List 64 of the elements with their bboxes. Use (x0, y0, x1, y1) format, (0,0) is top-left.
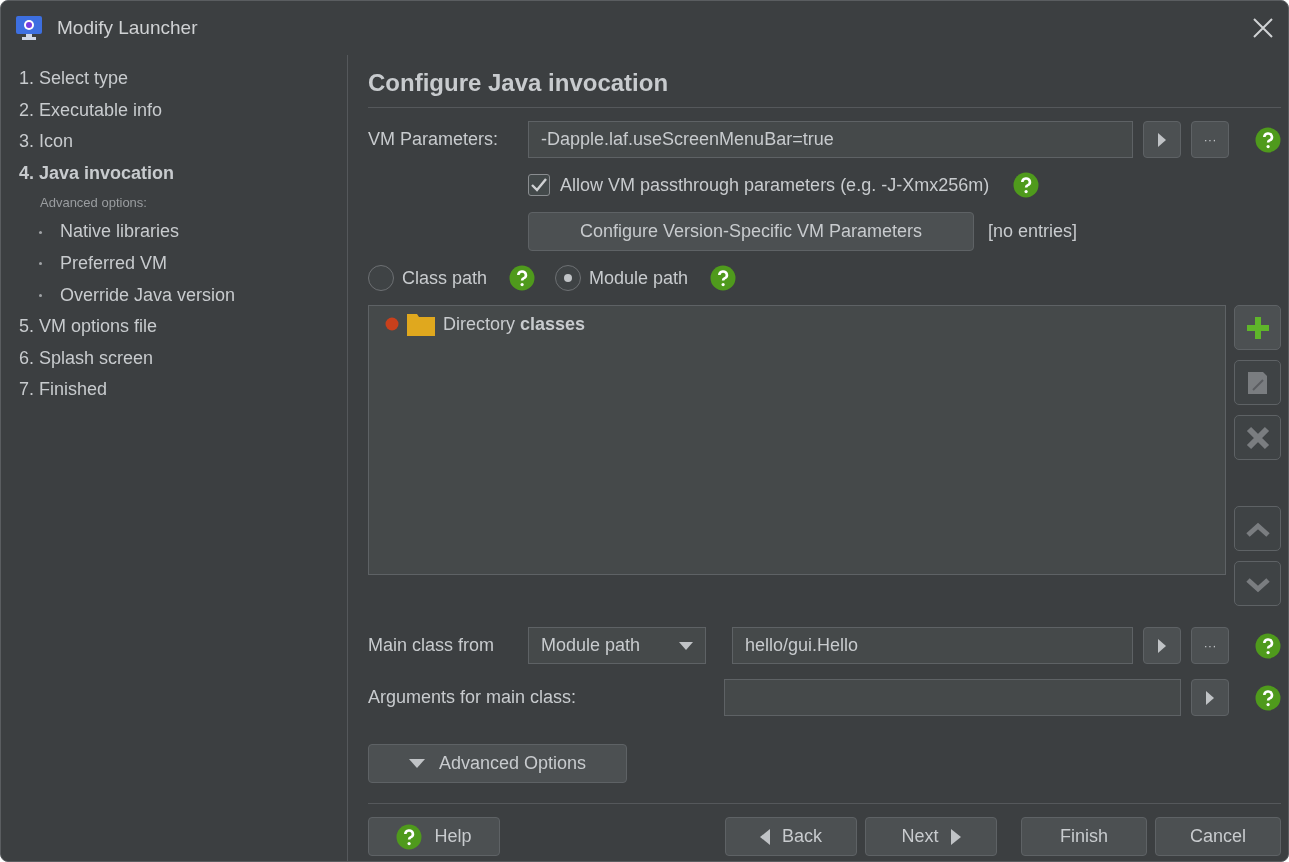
wizard-step[interactable]: 3. Icon (19, 126, 347, 158)
page-heading: Configure Java invocation (368, 67, 1281, 108)
cancel-button[interactable]: Cancel (1155, 817, 1281, 856)
wizard-step[interactable]: 5. VM options file (19, 311, 347, 343)
insert-variable-button[interactable] (1143, 121, 1181, 158)
wizard-substep[interactable]: Preferred VM (60, 247, 168, 280)
right-arrow-icon (950, 828, 961, 845)
subsection-heading: Advanced options: (39, 194, 148, 213)
checkbox[interactable] (528, 174, 550, 196)
wizard-substep[interactable]: Override Java version (60, 279, 236, 312)
window-title: Modify Launcher (57, 17, 199, 39)
help-icon[interactable] (710, 265, 737, 291)
help-icon[interactable] (1255, 126, 1281, 153)
play-arrow-icon (1205, 690, 1215, 705)
help-button[interactable]: Help (368, 817, 500, 856)
finish-button[interactable]: Finish (1021, 817, 1147, 856)
radio-label: Module path (589, 267, 689, 289)
radio-button[interactable] (555, 265, 582, 291)
next-button[interactable]: Next (865, 817, 997, 856)
list-entry[interactable]: Directory classes (443, 313, 586, 335)
insert-variable-button[interactable] (1191, 679, 1229, 716)
source-dropdown[interactable]: Module path (528, 627, 706, 664)
left-arrow-icon (760, 828, 770, 845)
field-label: VM Parameters: (368, 129, 500, 150)
wizard-step[interactable]: 7. Finished (19, 374, 347, 406)
browse-button[interactable]: ··· (1191, 121, 1229, 158)
x-icon (1244, 424, 1271, 451)
main-class-field[interactable]: hello/gui.Hello (732, 627, 1133, 664)
folder-icon (407, 312, 435, 336)
help-icon[interactable] (396, 823, 423, 850)
bullet-icon (39, 230, 42, 234)
wizard-step[interactable]: 1. Select type (19, 63, 347, 95)
help-icon[interactable] (1255, 684, 1281, 711)
browse-button[interactable]: ··· (1191, 627, 1229, 664)
field-label: Main class from (368, 635, 496, 656)
help-icon[interactable] (1255, 632, 1281, 659)
arguments-field[interactable] (724, 679, 1181, 716)
checkbox-label: Allow VM passthrough parameters (e.g. -J-Xmx256m) (560, 174, 990, 196)
bullet-icon (39, 262, 42, 266)
plus-icon (1244, 314, 1271, 341)
caret-icon (408, 759, 425, 768)
configure-button[interactable]: Configure Version-Specific VM Parameters (528, 212, 974, 251)
status-text: [no entries] (988, 221, 1078, 242)
radio-button[interactable] (368, 265, 394, 291)
radio-label: Class path (402, 267, 488, 289)
back-button[interactable]: Back (725, 817, 857, 856)
wizard-substep[interactable]: Native libraries (60, 216, 180, 248)
close-icon[interactable] (1252, 17, 1274, 39)
help-icon[interactable] (509, 265, 536, 291)
play-arrow-icon (1157, 132, 1167, 147)
advanced-options-button[interactable]: Advanced Options (368, 744, 627, 783)
bullet-icon (39, 293, 42, 297)
field-label: Arguments for main class: (368, 687, 578, 708)
caret-icon (679, 641, 693, 650)
add-button[interactable] (1234, 305, 1281, 350)
help-icon[interactable] (1013, 172, 1040, 198)
vm-parameters-field[interactable]: -Dapple.laf.useScreenMenuBar=true (528, 121, 1133, 158)
insert-variable-button[interactable] (1143, 627, 1181, 664)
monitor-icon (15, 15, 43, 41)
play-arrow-icon (1157, 638, 1167, 653)
wizard-step[interactable]: 4. Java invocation (19, 157, 347, 190)
wizard-step[interactable]: 2. Executable info (19, 94, 347, 127)
wizard-step[interactable]: 6. Splash screen (19, 342, 347, 375)
status-dot-icon (385, 317, 399, 331)
